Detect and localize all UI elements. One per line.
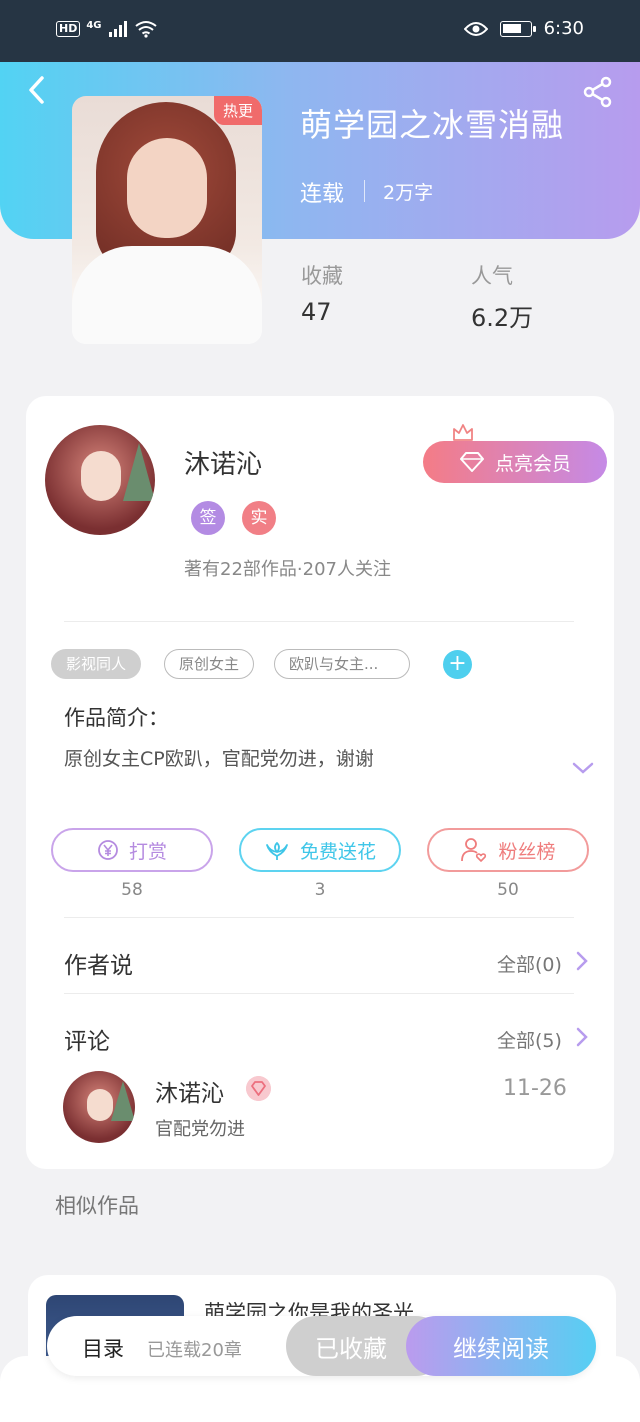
favorites-value: 47 xyxy=(301,298,332,326)
book-status: 连载 xyxy=(300,182,345,207)
favorites-label: 收藏 xyxy=(301,264,343,288)
author-meta: 著有22部作品·207人关注 xyxy=(184,559,391,580)
tip-button[interactable]: 打赏 xyxy=(51,828,213,872)
wifi-icon xyxy=(134,21,157,38)
activate-vip-button[interactable]: 点亮会员 xyxy=(423,441,607,483)
hd-indicator: HD xyxy=(56,21,81,37)
tag-chip[interactable]: 欧趴与女主... xyxy=(274,649,410,679)
commenter-name[interactable]: 沐诺沁 xyxy=(155,1074,224,1108)
author-avatar[interactable] xyxy=(45,425,155,535)
chevron-down-icon[interactable] xyxy=(572,760,594,776)
clock: 6:30 xyxy=(543,18,584,39)
chevron-right-icon[interactable] xyxy=(576,1027,588,1047)
author-says-title: 作者说 xyxy=(64,953,133,979)
popularity-label: 人气 xyxy=(471,264,513,288)
signed-badge: 签 xyxy=(191,501,225,535)
tag-chip[interactable]: 影视同人 xyxy=(51,649,142,679)
word-count: 2万字 xyxy=(383,182,434,204)
add-tag-button[interactable]: + xyxy=(443,650,472,679)
tip-count: 58 xyxy=(121,880,143,900)
intro-text: 原创女主CP欧趴，官配党勿进，谢谢 xyxy=(64,748,374,770)
comment-text: 官配党勿进 xyxy=(155,1119,245,1140)
toc-label[interactable]: 目录 xyxy=(82,1333,124,1363)
vip-button-label: 点亮会员 xyxy=(494,452,571,475)
chevron-right-icon[interactable] xyxy=(576,951,588,971)
flower-count: 3 xyxy=(314,880,326,900)
avatar-face xyxy=(81,451,121,501)
status-left: HD 4G xyxy=(56,20,158,38)
comments-title: 评论 xyxy=(64,1029,110,1055)
comments-all-link[interactable]: 全部(5) xyxy=(497,1026,562,1053)
chapter-count: 已连载20章 xyxy=(147,1340,242,1361)
avatar-tree xyxy=(111,1081,135,1121)
divider xyxy=(64,917,574,918)
cover-figure-shirt xyxy=(72,246,262,344)
status-bar: HD 4G 6:30 xyxy=(0,0,640,62)
comment-date: 11-26 xyxy=(503,1076,567,1101)
divider xyxy=(64,993,574,994)
continue-reading-button[interactable]: 继续阅读 xyxy=(406,1316,596,1376)
vip-diamond-icon xyxy=(246,1076,271,1101)
cover-figure-face xyxy=(127,138,207,238)
fan-ranking-count: 50 xyxy=(497,880,519,900)
hot-update-tag: 热更 xyxy=(213,96,262,125)
popularity-value: 6.2万 xyxy=(471,304,534,332)
book-cover[interactable]: 热更 xyxy=(72,96,262,344)
yuan-coin-icon xyxy=(98,840,118,860)
share-icon[interactable] xyxy=(582,76,614,108)
continue-reading-label: 继续阅读 xyxy=(453,1334,549,1363)
diamond-icon xyxy=(459,452,484,472)
book-title: 萌学园之冰雪消融 xyxy=(300,106,565,144)
fan-ranking-label: 粉丝榜 xyxy=(498,840,556,863)
back-icon[interactable] xyxy=(24,72,52,108)
verified-badge: 实 xyxy=(242,501,276,535)
commenter-avatar[interactable] xyxy=(63,1071,135,1143)
send-flower-label: 免费送花 xyxy=(299,840,376,863)
divider xyxy=(64,621,574,622)
network-indicator: 4G xyxy=(86,19,102,31)
send-flower-button[interactable]: 免费送花 xyxy=(239,828,401,872)
author-name[interactable]: 沐诺沁 xyxy=(184,444,262,481)
eye-icon xyxy=(463,21,488,36)
user-heart-icon xyxy=(461,838,487,862)
tag-chip[interactable]: 原创女主 xyxy=(164,649,255,679)
intro-title: 作品简介： xyxy=(64,706,169,730)
collected-label: 已收藏 xyxy=(315,1334,387,1363)
status-divider xyxy=(364,180,365,202)
signal-icon xyxy=(108,21,127,37)
author-says-all-link[interactable]: 全部(0) xyxy=(497,950,562,977)
avatar-tree xyxy=(123,443,155,501)
status-right: 6:30 xyxy=(463,18,584,39)
tip-label: 打赏 xyxy=(128,840,167,863)
fan-ranking-button[interactable]: 粉丝榜 xyxy=(427,828,589,872)
flower-icon xyxy=(266,842,288,860)
similar-works-title: 相似作品 xyxy=(55,1194,139,1218)
battery-icon xyxy=(499,20,536,37)
avatar-face xyxy=(87,1089,113,1121)
crown-icon xyxy=(453,424,473,441)
